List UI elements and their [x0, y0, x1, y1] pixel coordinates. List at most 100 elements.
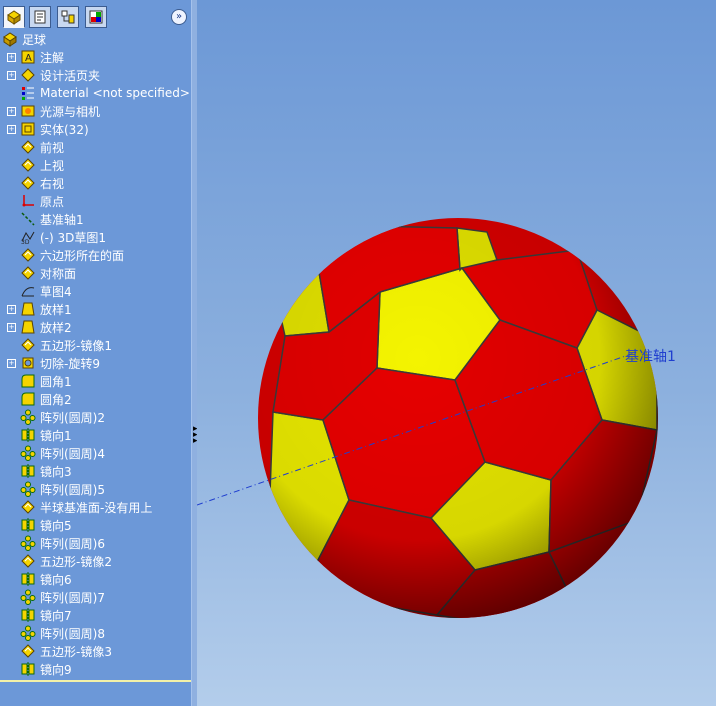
graphics-viewport[interactable]: 基准轴1 [197, 0, 716, 706]
tree-item[interactable]: 草图4 [20, 282, 72, 300]
tree-item-label: 镜向7 [40, 608, 72, 623]
tree-item[interactable]: + 实体(32) [7, 120, 89, 138]
expand-toggle-icon[interactable]: + [7, 106, 16, 116]
tree-item[interactable]: 阵列(圆周)5 [20, 480, 105, 498]
tree-item-label: 半球基准面-没有用上 [40, 500, 153, 515]
tree-item-label: 上视 [40, 158, 65, 173]
tree-item-label: 五边形-镜像3 [40, 644, 112, 659]
mirror-icon [20, 571, 36, 587]
tab-configuration-manager[interactable] [57, 6, 79, 28]
expand-toggle-icon[interactable]: + [7, 70, 16, 80]
tab-feature-manager[interactable] [3, 6, 25, 28]
tree-item[interactable]: 阵列(圆周)8 [20, 624, 105, 642]
circular-pattern-icon [20, 589, 36, 605]
tree-item[interactable]: 上视 [20, 156, 64, 174]
tree-item-label: 右视 [40, 176, 65, 191]
tree-item[interactable]: 五边形-镜像1 [20, 336, 112, 354]
tree-item-label: 基准轴1 [40, 212, 84, 227]
tree-item[interactable]: + 放样1 [7, 300, 72, 318]
expand-toggle-icon[interactable]: + [7, 124, 16, 134]
tree-item[interactable]: 镜向1 [20, 426, 72, 444]
tree-item[interactable]: 3D (-) 3D草图1 [20, 228, 106, 246]
tree-item[interactable]: 阵列(圆周)7 [20, 588, 105, 606]
tree-item[interactable]: 对称面 [20, 264, 76, 282]
tree-item-label: 阵列(圆周)6 [40, 536, 105, 551]
tree-item[interactable]: 圆角1 [20, 372, 72, 390]
tree-item[interactable]: 五边形-镜像2 [20, 552, 112, 570]
tree-item[interactable]: 五边形-镜像3 [20, 642, 112, 660]
tree-item[interactable]: 前视 [20, 138, 64, 156]
panel-bottom-rule [0, 680, 191, 682]
design-binder-icon [20, 67, 36, 83]
configuration-manager-icon [61, 10, 75, 24]
expand-toggle-icon[interactable]: + [7, 52, 16, 62]
datum-axis-label[interactable]: 基准轴1 [625, 346, 676, 366]
plane-icon [20, 247, 36, 263]
tree-item-label: 对称面 [40, 266, 77, 281]
feature-manager-panel: » 足球 + A 注解 + 设计活页夹 Material <not specified> + 光… [0, 0, 192, 706]
tree-item-label: 切除-旋转9 [40, 356, 100, 371]
tree-item-label: 镜向5 [40, 518, 72, 533]
tree-item[interactable]: 镜向3 [20, 462, 72, 480]
circular-pattern-icon [20, 625, 36, 641]
mirror-icon [20, 427, 36, 443]
tree-item-label: 圆角2 [40, 392, 72, 407]
tree-item-label: 阵列(圆周)4 [40, 446, 105, 461]
tree-item[interactable]: 基准轴1 [20, 210, 84, 228]
tree-item[interactable]: 镜向7 [20, 606, 72, 624]
tree-item-label: 阵列(圆周)7 [40, 590, 105, 605]
tree-item[interactable]: 阵列(圆周)6 [20, 534, 105, 552]
tab-display-manager[interactable] [85, 6, 107, 28]
expand-toggle-icon[interactable]: + [7, 322, 16, 332]
tree-item[interactable]: 右视 [20, 174, 64, 192]
mirror-icon [20, 517, 36, 533]
double-chevron-right-icon: » [175, 11, 183, 22]
sketch3d-icon: 3D [20, 229, 36, 245]
expand-toggle-icon[interactable]: + [7, 304, 16, 314]
tree-item[interactable]: + 设计活页夹 [7, 66, 100, 84]
annotations-icon: A [20, 49, 36, 65]
expand-panel-button[interactable]: » [171, 9, 187, 25]
fillet-icon [20, 373, 36, 389]
tree-item-label: 镜向6 [40, 572, 72, 587]
circular-pattern-icon [20, 409, 36, 425]
tree-item-label: 五边形-镜像2 [40, 554, 112, 569]
tree-item[interactable]: 六边形所在的面 [20, 246, 124, 264]
material-icon [20, 85, 36, 101]
tree-item[interactable]: 镜向5 [20, 516, 72, 534]
tree-item-label: Material <not specified> [40, 86, 190, 100]
lights-cameras-icon [20, 103, 36, 119]
solid-bodies-icon [20, 121, 36, 137]
plane-icon [20, 157, 36, 173]
plane-icon [20, 265, 36, 281]
manager-tabs: » [0, 4, 191, 30]
tree-item[interactable]: 足球 [2, 30, 46, 48]
mirror-icon [20, 607, 36, 623]
tree-item-label: 实体(32) [40, 122, 89, 137]
plane-icon [20, 553, 36, 569]
expand-toggle-icon[interactable]: + [7, 358, 16, 368]
tree-item[interactable]: 原点 [20, 192, 64, 210]
plane-icon [20, 499, 36, 515]
plane-icon [20, 175, 36, 191]
sketch-icon [20, 283, 36, 299]
tree-item[interactable]: + 切除-旋转9 [7, 354, 100, 372]
tree-item[interactable]: 镜向9 [20, 660, 72, 678]
tree-item-label: 阵列(圆周)8 [40, 626, 105, 641]
tree-item[interactable]: + 放样2 [7, 318, 72, 336]
mirror-icon [20, 661, 36, 677]
tree-item[interactable]: + 光源与相机 [7, 102, 100, 120]
tree-item[interactable]: + A 注解 [7, 48, 64, 66]
tree-item[interactable]: 圆角2 [20, 390, 72, 408]
circular-pattern-icon [20, 445, 36, 461]
tree-item[interactable]: 半球基准面-没有用上 [20, 498, 152, 516]
tree-item[interactable]: 镜向6 [20, 570, 72, 588]
loft-icon [20, 319, 36, 335]
tree-item[interactable]: 阵列(圆周)2 [20, 408, 105, 426]
tab-property-manager[interactable] [29, 6, 51, 28]
tree-item-label: 圆角1 [40, 374, 72, 389]
tree-item[interactable]: Material <not specified> [20, 84, 190, 102]
circular-pattern-icon [20, 535, 36, 551]
plane-icon [20, 643, 36, 659]
tree-item[interactable]: 阵列(圆周)4 [20, 444, 105, 462]
